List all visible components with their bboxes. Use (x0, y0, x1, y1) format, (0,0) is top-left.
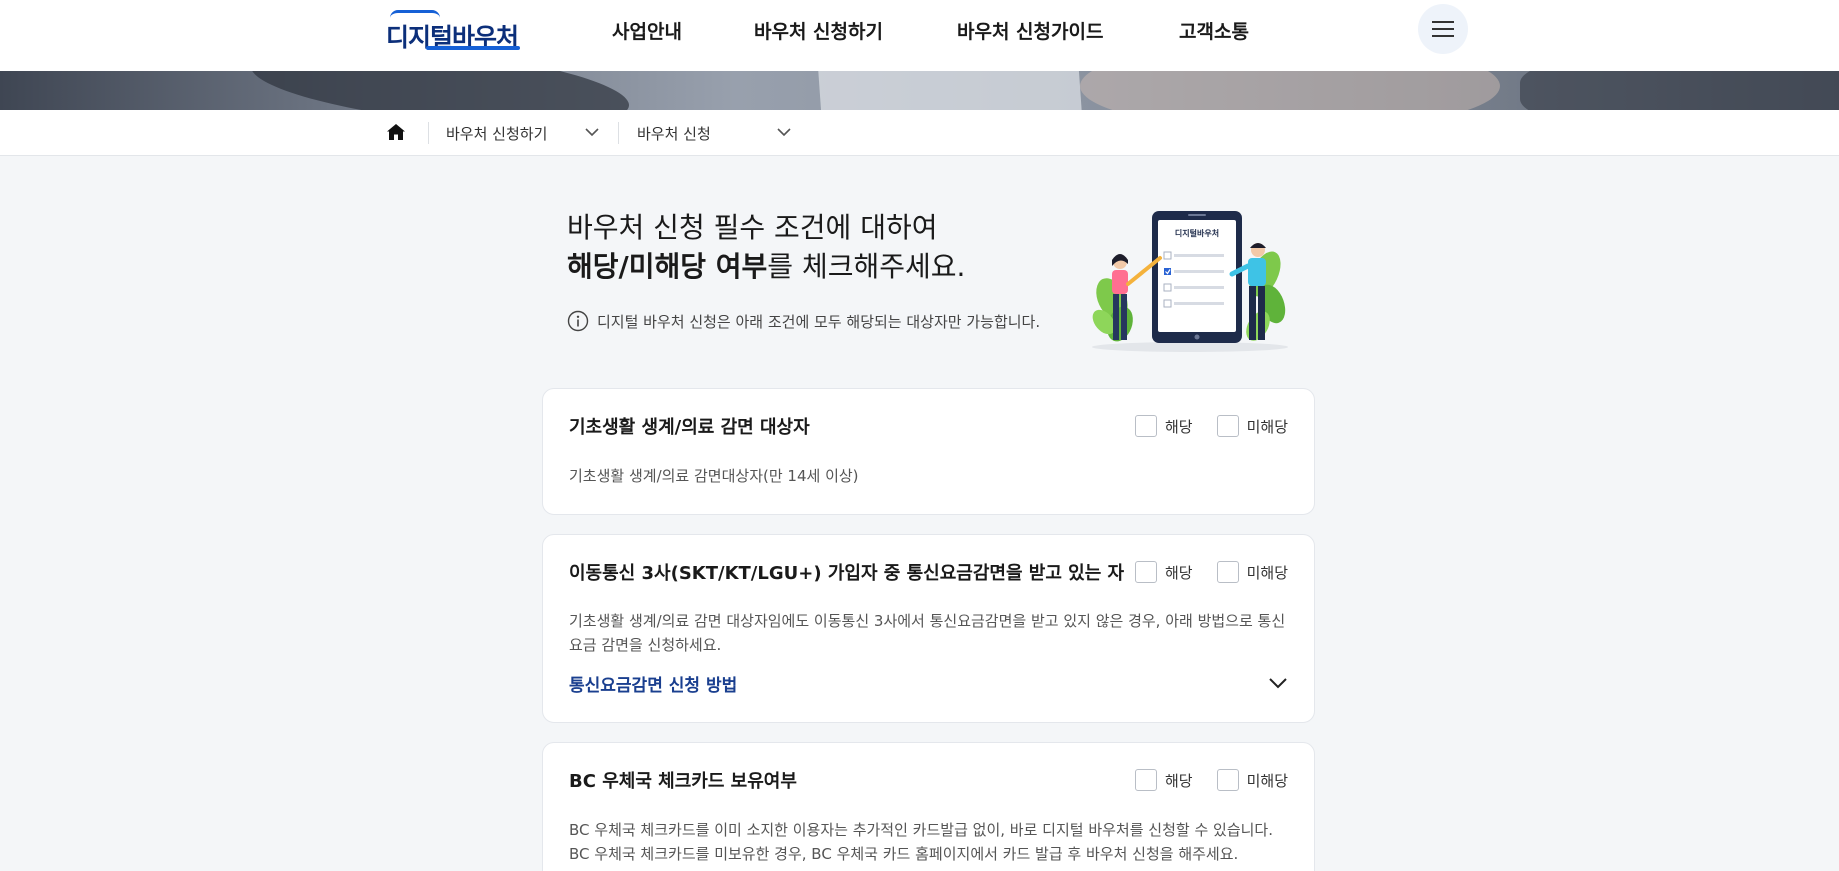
accordion-label[interactable]: 통신요금감면 신청 방법 (569, 671, 737, 696)
banner-shape (1520, 71, 1839, 110)
checkbox-label[interactable]: 해당 (1165, 416, 1193, 437)
condition-card-basic-living: 기초생활 생계/의료 감면 대상자 해당 미해당 기초생활 생계/의료 감면대상… (542, 388, 1315, 515)
page-title-line2: 해당/미해당 여부를 체크해주세요. (567, 247, 965, 286)
applicable-checkbox[interactable]: 해당 (1134, 415, 1193, 437)
card-description-line1: BC 우체국 체크카드를 이미 소지한 이용자는 추가적인 카드발급 없이, 바… (569, 821, 1273, 839)
checkbox-label[interactable]: 미해당 (1247, 770, 1288, 791)
tablet-checklist-illustration: 디지털바우처 (1092, 211, 1288, 352)
breadcrumb-divider (428, 122, 429, 144)
not-applicable-checkbox[interactable]: 미해당 (1216, 769, 1288, 791)
page-title-line1: 바우처 신청 필수 조건에 대하여 (567, 211, 938, 244)
applicable-checkbox[interactable]: 해당 (1134, 561, 1193, 583)
card-description: 기초생활 생계/의료 감면대상자(만 14세 이상) (569, 467, 859, 485)
hero-banner (0, 71, 1839, 110)
check-group: 해당 미해당 (1111, 561, 1288, 583)
condition-card-telecom-discount: 이동통신 3사(SKT/KT/LGU+) 가입자 중 통신요금감면을 받고 있는… (542, 534, 1315, 723)
card-title: 이동통신 3사(SKT/KT/LGU+) 가입자 중 통신요금감면을 받고 있는… (569, 563, 1125, 584)
breadcrumb: 바우처 신청하기 바우처 신청 (0, 110, 1839, 156)
checkbox-box[interactable] (1134, 415, 1157, 437)
not-applicable-checkbox[interactable]: 미해당 (1216, 415, 1288, 437)
card-description-line2: BC 우체국 체크카드를 미보유한 경우, BC 우체국 카드 홈페이지에서 카… (569, 845, 1239, 863)
banner-shape (247, 71, 633, 110)
check-group: 해당 미해당 (1111, 769, 1288, 791)
checkbox-label[interactable]: 미해당 (1247, 562, 1288, 583)
logo-arc (390, 10, 440, 18)
chevron-down-icon[interactable] (777, 127, 791, 137)
intro-note: 디지털 바우처 신청은 아래 조건에 모두 해당되는 대상자만 가능합니다. (567, 309, 1040, 333)
not-applicable-checkbox[interactable]: 미해당 (1216, 561, 1288, 583)
banner-shape (818, 71, 1082, 110)
checkbox-box[interactable] (1216, 769, 1239, 791)
hamburger-icon (1432, 21, 1454, 37)
nav-voucher-apply[interactable]: 바우처 신청하기 (754, 17, 883, 44)
nav-business-info[interactable]: 사업안내 (612, 17, 682, 44)
page-title-rest: 를 체크해주세요. (767, 250, 966, 283)
checkbox-box[interactable] (1216, 561, 1239, 583)
illustration-logo-text: 디지털바우처 (1175, 228, 1219, 238)
checkbox-label[interactable]: 해당 (1165, 770, 1193, 791)
card-description: 기초생활 생계/의료 감면 대상자임에도 이동통신 3사에서 통신요금감면을 받… (569, 612, 1286, 654)
breadcrumb-level2[interactable]: 바우처 신청 (637, 110, 711, 156)
banner-shape (1080, 71, 1500, 110)
checkbox-box[interactable] (1216, 415, 1239, 437)
check-group: 해당 미해당 (1111, 415, 1288, 437)
chevron-down-icon[interactable] (1268, 677, 1288, 689)
checkbox-label[interactable]: 해당 (1165, 562, 1193, 583)
telecom-discount-accordion[interactable]: 통신요금감면 신청 방법 (569, 669, 1288, 697)
card-title: BC 우체국 체크카드 보유여부 (569, 771, 797, 792)
info-icon (567, 310, 589, 332)
checkbox-box[interactable] (1134, 561, 1157, 583)
breadcrumb-level1[interactable]: 바우처 신청하기 (446, 110, 547, 156)
intro-note-text: 디지털 바우처 신청은 아래 조건에 모두 해당되는 대상자만 가능합니다. (597, 312, 1041, 331)
hamburger-menu-button[interactable] (1418, 4, 1468, 54)
breadcrumb-divider (618, 122, 619, 144)
nav-customer-support[interactable]: 고객소통 (1179, 17, 1249, 44)
condition-card-bc-checkcard: BC 우체국 체크카드 보유여부 해당 미해당 BC 우체국 체크카드를 이미 … (542, 742, 1315, 871)
chevron-down-icon[interactable] (585, 127, 599, 137)
page-title: 바우처 신청 필수 조건에 대하여 해당/미해당 여부를 체크해주세요. (567, 208, 965, 286)
applicable-checkbox[interactable]: 해당 (1134, 769, 1193, 791)
logo-underline (426, 46, 520, 50)
checkbox-box[interactable] (1134, 769, 1157, 791)
card-title: 기초생활 생계/의료 감면 대상자 (569, 417, 810, 438)
nav-voucher-guide[interactable]: 바우처 신청가이드 (957, 17, 1103, 44)
checkbox-label[interactable]: 미해당 (1247, 416, 1288, 437)
page-title-emphasis: 해당/미해당 여부 (567, 250, 768, 283)
site-header: 디지털바우처 사업안내 바우처 신청하기 바우처 신청가이드 고객소통 (0, 0, 1839, 71)
home-icon[interactable] (386, 122, 406, 142)
